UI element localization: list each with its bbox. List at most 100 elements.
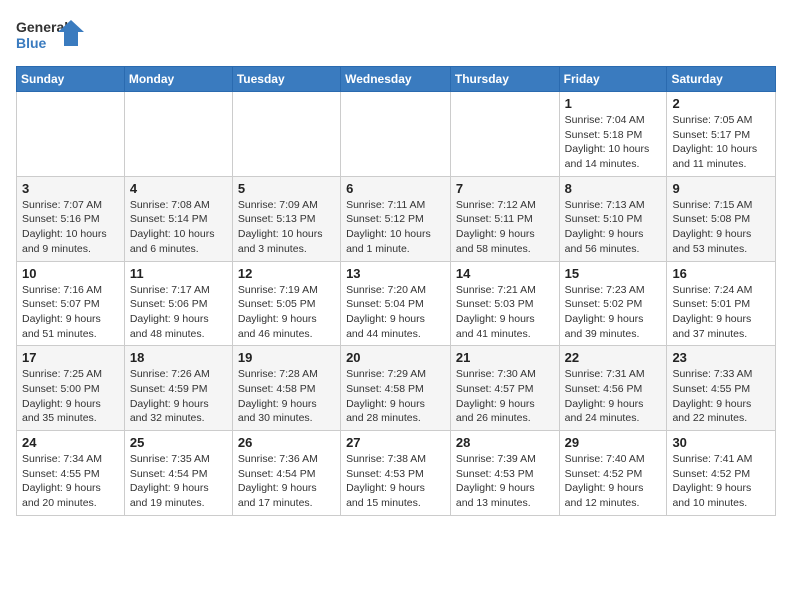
day-number: 29	[565, 435, 662, 450]
calendar-week-row: 3 Sunrise: 7:07 AMSunset: 5:16 PMDaylight…	[17, 176, 776, 261]
calendar-day-cell: 2 Sunrise: 7:05 AMSunset: 5:17 PMDaylight…	[667, 92, 776, 177]
calendar-body: 1 Sunrise: 7:04 AMSunset: 5:18 PMDaylight…	[17, 92, 776, 516]
day-number: 7	[456, 181, 554, 196]
calendar-day-cell: 10 Sunrise: 7:16 AMSunset: 5:07 PMDayligh…	[17, 261, 125, 346]
day-number: 19	[238, 350, 335, 365]
day-info: Sunrise: 7:28 AMSunset: 4:58 PMDaylight:…	[238, 367, 335, 426]
logo: GeneralBlue	[16, 16, 86, 56]
calendar-day-cell: 18 Sunrise: 7:26 AMSunset: 4:59 PMDayligh…	[124, 346, 232, 431]
svg-text:General: General	[16, 19, 68, 35]
day-number: 17	[22, 350, 119, 365]
day-number: 30	[672, 435, 770, 450]
weekday-header-cell: Monday	[124, 67, 232, 92]
calendar-day-cell: 24 Sunrise: 7:34 AMSunset: 4:55 PMDayligh…	[17, 431, 125, 516]
day-info: Sunrise: 7:19 AMSunset: 5:05 PMDaylight:…	[238, 283, 335, 342]
day-number: 14	[456, 266, 554, 281]
day-info: Sunrise: 7:15 AMSunset: 5:08 PMDaylight:…	[672, 198, 770, 257]
day-info: Sunrise: 7:23 AMSunset: 5:02 PMDaylight:…	[565, 283, 662, 342]
day-info: Sunrise: 7:26 AMSunset: 4:59 PMDaylight:…	[130, 367, 227, 426]
day-info: Sunrise: 7:25 AMSunset: 5:00 PMDaylight:…	[22, 367, 119, 426]
calendar-day-cell: 15Sunrise: 7:23 AMSunset: 5:02 PMDayligh…	[559, 261, 667, 346]
calendar-day-cell: 3 Sunrise: 7:07 AMSunset: 5:16 PMDaylight…	[17, 176, 125, 261]
day-info: Sunrise: 7:13 AMSunset: 5:10 PMDaylight:…	[565, 198, 662, 257]
calendar-day-cell	[17, 92, 125, 177]
day-info: Sunrise: 7:05 AMSunset: 5:17 PMDaylight:…	[672, 113, 770, 172]
day-number: 12	[238, 266, 335, 281]
day-info: Sunrise: 7:35 AMSunset: 4:54 PMDaylight:…	[130, 452, 227, 511]
page-header: GeneralBlue	[16, 16, 776, 56]
day-number: 1	[565, 96, 662, 111]
calendar-day-cell	[450, 92, 559, 177]
calendar-week-row: 17 Sunrise: 7:25 AMSunset: 5:00 PMDayligh…	[17, 346, 776, 431]
logo-icon: GeneralBlue	[16, 16, 86, 56]
day-info: Sunrise: 7:04 AMSunset: 5:18 PMDaylight:…	[565, 113, 662, 172]
day-info: Sunrise: 7:34 AMSunset: 4:55 PMDaylight:…	[22, 452, 119, 511]
day-info: Sunrise: 7:24 AMSunset: 5:01 PMDaylight:…	[672, 283, 770, 342]
day-info: Sunrise: 7:12 AMSunset: 5:11 PMDaylight:…	[456, 198, 554, 257]
day-info: Sunrise: 7:31 AMSunset: 4:56 PMDaylight:…	[565, 367, 662, 426]
day-info: Sunrise: 7:16 AMSunset: 5:07 PMDaylight:…	[22, 283, 119, 342]
weekday-header-cell: Thursday	[450, 67, 559, 92]
weekday-header-cell: Friday	[559, 67, 667, 92]
calendar-day-cell: 7 Sunrise: 7:12 AMSunset: 5:11 PMDaylight…	[450, 176, 559, 261]
day-number: 18	[130, 350, 227, 365]
weekday-header-cell: Wednesday	[341, 67, 451, 92]
calendar-day-cell	[232, 92, 340, 177]
day-number: 23	[672, 350, 770, 365]
day-info: Sunrise: 7:20 AMSunset: 5:04 PMDaylight:…	[346, 283, 445, 342]
day-number: 3	[22, 181, 119, 196]
day-number: 20	[346, 350, 445, 365]
day-info: Sunrise: 7:41 AMSunset: 4:52 PMDaylight:…	[672, 452, 770, 511]
calendar-day-cell: 6 Sunrise: 7:11 AMSunset: 5:12 PMDaylight…	[341, 176, 451, 261]
day-info: Sunrise: 7:40 AMSunset: 4:52 PMDaylight:…	[565, 452, 662, 511]
calendar-day-cell: 9 Sunrise: 7:15 AMSunset: 5:08 PMDaylight…	[667, 176, 776, 261]
day-number: 6	[346, 181, 445, 196]
calendar-day-cell: 1 Sunrise: 7:04 AMSunset: 5:18 PMDaylight…	[559, 92, 667, 177]
day-number: 22	[565, 350, 662, 365]
day-info: Sunrise: 7:08 AMSunset: 5:14 PMDaylight:…	[130, 198, 227, 257]
calendar-day-cell: 16 Sunrise: 7:24 AMSunset: 5:01 PMDayligh…	[667, 261, 776, 346]
calendar-day-cell: 12 Sunrise: 7:19 AMSunset: 5:05 PMDayligh…	[232, 261, 340, 346]
calendar-day-cell: 8Sunrise: 7:13 AMSunset: 5:10 PMDaylight…	[559, 176, 667, 261]
calendar-table: SundayMondayTuesdayWednesdayThursdayFrid…	[16, 66, 776, 516]
day-info: Sunrise: 7:09 AMSunset: 5:13 PMDaylight:…	[238, 198, 335, 257]
calendar-day-cell: 5Sunrise: 7:09 AMSunset: 5:13 PMDaylight…	[232, 176, 340, 261]
calendar-week-row: 24 Sunrise: 7:34 AMSunset: 4:55 PMDayligh…	[17, 431, 776, 516]
calendar-day-cell: 19 Sunrise: 7:28 AMSunset: 4:58 PMDayligh…	[232, 346, 340, 431]
day-number: 10	[22, 266, 119, 281]
day-number: 13	[346, 266, 445, 281]
calendar-day-cell: 17 Sunrise: 7:25 AMSunset: 5:00 PMDayligh…	[17, 346, 125, 431]
day-info: Sunrise: 7:17 AMSunset: 5:06 PMDaylight:…	[130, 283, 227, 342]
calendar-day-cell: 22 Sunrise: 7:31 AMSunset: 4:56 PMDayligh…	[559, 346, 667, 431]
weekday-header-row: SundayMondayTuesdayWednesdayThursdayFrid…	[17, 67, 776, 92]
day-info: Sunrise: 7:21 AMSunset: 5:03 PMDaylight:…	[456, 283, 554, 342]
day-number: 25	[130, 435, 227, 450]
calendar-day-cell: 11 Sunrise: 7:17 AMSunset: 5:06 PMDayligh…	[124, 261, 232, 346]
day-number: 11	[130, 266, 227, 281]
day-number: 24	[22, 435, 119, 450]
day-number: 2	[672, 96, 770, 111]
calendar-day-cell: 25 Sunrise: 7:35 AMSunset: 4:54 PMDayligh…	[124, 431, 232, 516]
day-number: 4	[130, 181, 227, 196]
calendar-day-cell: 30 Sunrise: 7:41 AMSunset: 4:52 PMDayligh…	[667, 431, 776, 516]
calendar-day-cell: 23 Sunrise: 7:33 AMSunset: 4:55 PMDayligh…	[667, 346, 776, 431]
calendar-day-cell: 27 Sunrise: 7:38 AMSunset: 4:53 PMDayligh…	[341, 431, 451, 516]
day-info: Sunrise: 7:11 AMSunset: 5:12 PMDaylight:…	[346, 198, 445, 257]
day-info: Sunrise: 7:07 AMSunset: 5:16 PMDaylight:…	[22, 198, 119, 257]
day-info: Sunrise: 7:33 AMSunset: 4:55 PMDaylight:…	[672, 367, 770, 426]
weekday-header-cell: Tuesday	[232, 67, 340, 92]
day-info: Sunrise: 7:38 AMSunset: 4:53 PMDaylight:…	[346, 452, 445, 511]
day-number: 27	[346, 435, 445, 450]
calendar-day-cell: 4 Sunrise: 7:08 AMSunset: 5:14 PMDaylight…	[124, 176, 232, 261]
day-number: 16	[672, 266, 770, 281]
day-info: Sunrise: 7:39 AMSunset: 4:53 PMDaylight:…	[456, 452, 554, 511]
day-number: 28	[456, 435, 554, 450]
calendar-day-cell: 29 Sunrise: 7:40 AMSunset: 4:52 PMDayligh…	[559, 431, 667, 516]
calendar-week-row: 10 Sunrise: 7:16 AMSunset: 5:07 PMDayligh…	[17, 261, 776, 346]
calendar-day-cell: 20Sunrise: 7:29 AMSunset: 4:58 PMDayligh…	[341, 346, 451, 431]
calendar-day-cell: 13 Sunrise: 7:20 AMSunset: 5:04 PMDayligh…	[341, 261, 451, 346]
day-number: 9	[672, 181, 770, 196]
day-number: 26	[238, 435, 335, 450]
weekday-header-cell: Sunday	[17, 67, 125, 92]
weekday-header-cell: Saturday	[667, 67, 776, 92]
